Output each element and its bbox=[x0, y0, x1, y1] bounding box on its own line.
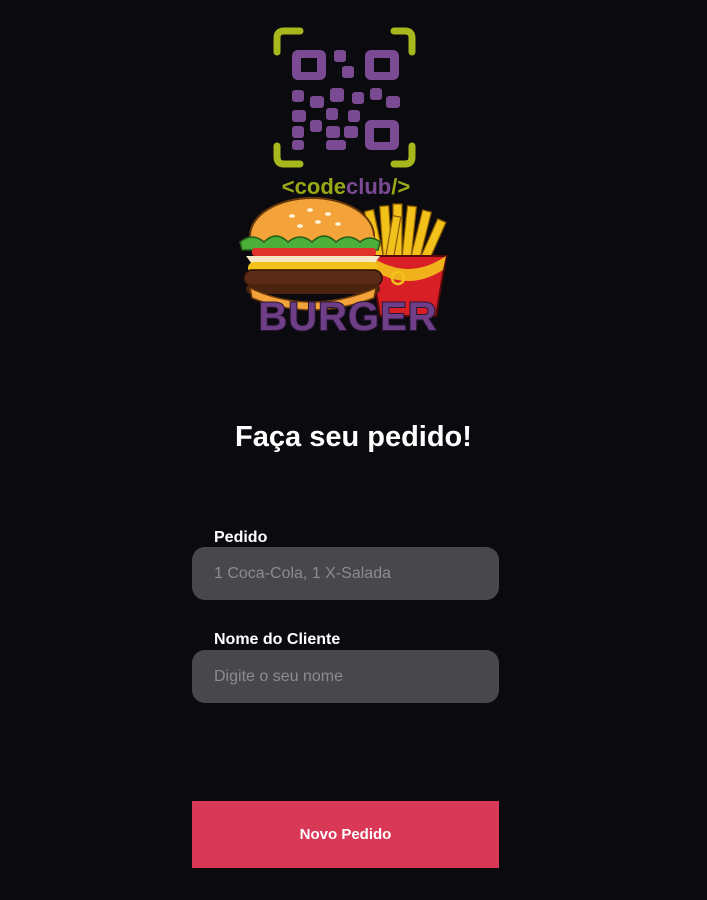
client-name-input[interactable] bbox=[192, 650, 499, 703]
client-name-field-label: Nome do Cliente bbox=[214, 631, 341, 648]
svg-text:<codeclub/>: <codeclub/> bbox=[282, 174, 410, 199]
page-title: Faça seu pedido! bbox=[235, 421, 472, 453]
svg-text:BURGER: BURGER bbox=[258, 295, 437, 338]
codeclub-burger-logo: <codeclub/> BURGER bbox=[230, 26, 462, 338]
order-field-label: Pedido bbox=[214, 529, 268, 546]
order-input[interactable] bbox=[192, 547, 499, 600]
burger-icon bbox=[239, 197, 383, 311]
new-order-button[interactable]: Novo Pedido bbox=[192, 801, 499, 868]
